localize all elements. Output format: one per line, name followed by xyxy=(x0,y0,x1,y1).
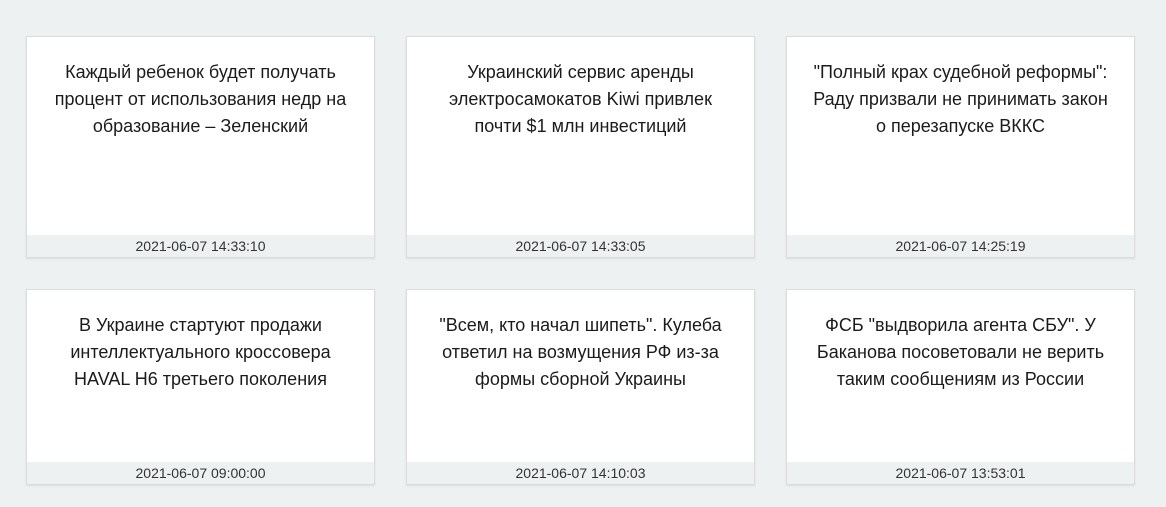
news-timestamp: 2021-06-07 14:25:19 xyxy=(787,235,1134,257)
news-grid: Каждый ребенок будет получать процент от… xyxy=(0,0,1166,507)
news-title[interactable]: ФСБ "выдворила агента СБУ". У Баканова п… xyxy=(787,290,1134,462)
news-title[interactable]: Украинский сервис аренды электросамокато… xyxy=(407,37,754,235)
news-card[interactable]: Каждый ребенок будет получать процент от… xyxy=(26,36,375,258)
news-timestamp: 2021-06-07 09:00:00 xyxy=(27,462,374,484)
news-title[interactable]: Каждый ребенок будет получать процент от… xyxy=(27,37,374,235)
news-title[interactable]: "Всем, кто начал шипеть". Кулеба ответил… xyxy=(407,290,754,462)
news-timestamp: 2021-06-07 13:53:01 xyxy=(787,462,1134,484)
news-title[interactable]: В Украине стартуют продажи интеллектуаль… xyxy=(27,290,374,462)
news-card[interactable]: "Всем, кто начал шипеть". Кулеба ответил… xyxy=(406,289,755,485)
news-card[interactable]: В Украине стартуют продажи интеллектуаль… xyxy=(26,289,375,485)
news-timestamp: 2021-06-07 14:10:03 xyxy=(407,462,754,484)
news-card[interactable]: ФСБ "выдворила агента СБУ". У Баканова п… xyxy=(786,289,1135,485)
news-card[interactable]: "Полный крах судебной реформы": Раду при… xyxy=(786,36,1135,258)
news-title[interactable]: "Полный крах судебной реформы": Раду при… xyxy=(787,37,1134,235)
news-timestamp: 2021-06-07 14:33:10 xyxy=(27,235,374,257)
news-timestamp: 2021-06-07 14:33:05 xyxy=(407,235,754,257)
news-card[interactable]: Украинский сервис аренды электросамокато… xyxy=(406,36,755,258)
